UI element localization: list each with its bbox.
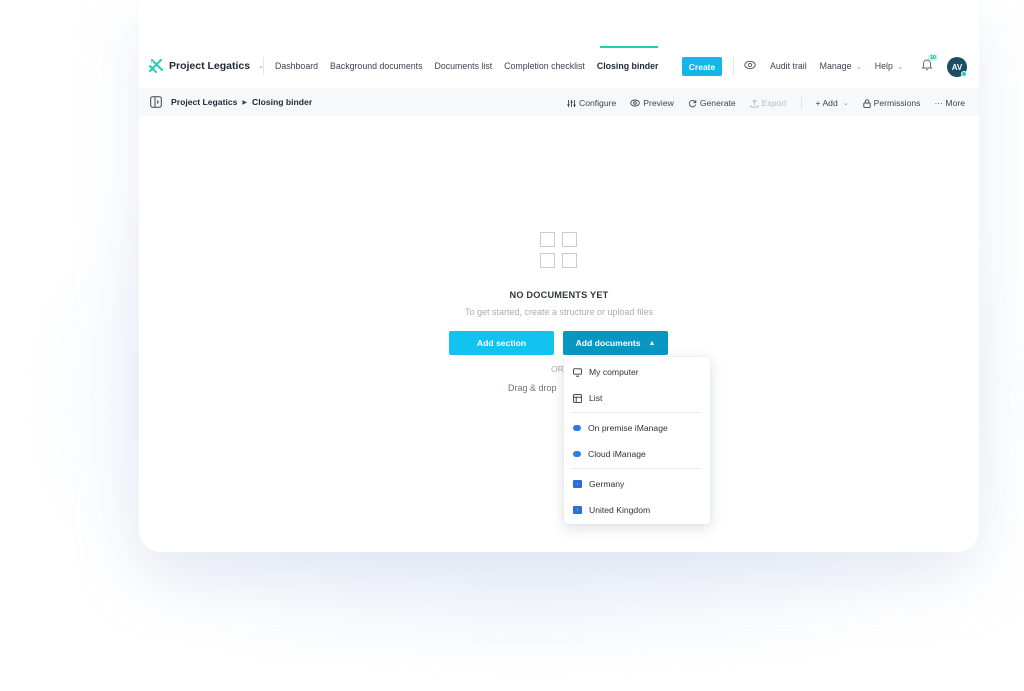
legatics-logo-icon (149, 59, 163, 73)
add-documents-label: Add documents (575, 338, 641, 348)
flag-icon: ▪ (573, 480, 582, 488)
drag-drop-hint: Drag & drop (508, 383, 557, 393)
generate-button[interactable]: Generate (688, 98, 736, 108)
notification-badge: 10 (928, 54, 938, 61)
empty-state-title: NO DOCUMENTS YET (509, 290, 609, 300)
dropdown-item-label: Cloud iManage (588, 449, 646, 459)
project-name: Project Legatics (169, 60, 251, 72)
help-label: Help (874, 61, 893, 71)
monitor-icon (573, 367, 582, 377)
sidebar-toggle-icon[interactable] (150, 96, 162, 108)
chevron-down-icon: ⌄ (897, 64, 904, 71)
chevron-right-icon: ▶ (242, 99, 248, 106)
lock-icon (862, 98, 871, 108)
sliders-icon (567, 99, 576, 107)
app-window: Project Legatics ⌄ Dashboard Background … (139, 0, 979, 552)
action-toolbar: Configure Preview Generate Export + Add … (567, 97, 965, 109)
add-menu[interactable]: + Add ⌄ (816, 98, 849, 108)
help-menu[interactable]: Help ⌄ (875, 61, 903, 71)
active-tab-indicator (600, 46, 658, 48)
top-navigation: Project Legatics ⌄ Dashboard Background … (139, 44, 979, 88)
manage-label: Manage (819, 61, 852, 71)
empty-state-subtitle: To get started, create a structure or up… (464, 307, 654, 317)
permissions-button[interactable]: Permissions (862, 98, 921, 108)
caret-up-icon: ▲ (648, 339, 656, 347)
export-label: Export (761, 98, 787, 108)
nav-closing-binder[interactable]: Closing binder (597, 61, 659, 71)
add-documents-button[interactable]: Add documents ▲ (563, 331, 668, 355)
breadcrumb-page: Closing binder (252, 97, 313, 107)
configure-button[interactable]: Configure (567, 98, 616, 108)
dropdown-item-label: On premise iManage (588, 423, 668, 433)
dropdown-item-my-computer[interactable]: My computer (573, 365, 639, 379)
divider (800, 97, 802, 109)
cloud-icon (573, 425, 581, 431)
grid-placeholder-icon (540, 232, 577, 268)
cloud-icon (573, 451, 581, 457)
page-toolbar: Project Legatics ▶ Closing binder Config… (139, 88, 979, 116)
dropdown-item-germany[interactable]: ▪ Germany (573, 477, 624, 491)
nav-background-documents[interactable]: Background documents (330, 61, 422, 71)
table-icon (573, 393, 582, 403)
dropdown-item-list[interactable]: List (573, 391, 602, 405)
online-status-dot (961, 71, 967, 77)
generate-label: Generate (699, 98, 736, 108)
nav-completion-checklist[interactable]: Completion checklist (504, 61, 585, 71)
configure-label: Configure (578, 98, 617, 108)
dropdown-item-label: My computer (589, 367, 639, 377)
main-nav: Dashboard Background documents Documents… (275, 61, 658, 71)
refresh-icon (688, 99, 697, 107)
create-button[interactable]: Create (682, 57, 722, 76)
more-menu[interactable]: ··· More (934, 98, 965, 108)
add-documents-dropdown: My computer List On premise iManage Clou… (564, 357, 710, 524)
upload-icon (750, 98, 759, 107)
or-separator: OR (551, 364, 564, 374)
audit-trail-link[interactable]: Audit trail (770, 61, 807, 71)
divider (572, 468, 702, 469)
breadcrumb: Project Legatics ▶ Closing binder (171, 97, 312, 107)
nav-dashboard[interactable]: Dashboard (275, 61, 318, 71)
breadcrumb-project[interactable]: Project Legatics (171, 97, 237, 107)
divider (572, 412, 702, 413)
dropdown-item-cloud-imanage[interactable]: Cloud iManage (573, 447, 646, 461)
chevron-down-icon: ⌄ (855, 64, 862, 71)
chevron-down-icon: ⌄ (842, 100, 849, 107)
manage-menu[interactable]: Manage ⌄ (820, 61, 862, 71)
flag-icon: ▪ (573, 506, 582, 514)
dropdown-item-united-kingdom[interactable]: ▪ United Kingdom (573, 503, 650, 517)
dropdown-item-label: Germany (589, 479, 625, 489)
add-label: + Add (815, 98, 838, 108)
dropdown-item-on-premise-imanage[interactable]: On premise iManage (573, 421, 668, 435)
preview-label: Preview (643, 98, 674, 108)
nav-documents-list[interactable]: Documents list (434, 61, 492, 71)
dropdown-item-label: United Kingdom (589, 505, 651, 515)
right-nav: Audit trail Manage ⌄ Help ⌄ (770, 61, 903, 71)
divider (263, 57, 264, 75)
export-button[interactable]: Export (750, 98, 787, 108)
project-switcher[interactable]: Project Legatics ⌄ (149, 59, 264, 73)
permissions-label: Permissions (873, 98, 921, 108)
eye-icon (630, 99, 641, 107)
add-section-button[interactable]: Add section (449, 331, 554, 355)
dropdown-item-label: List (589, 393, 603, 403)
more-label: ··· More (934, 98, 965, 108)
preview-button[interactable]: Preview (630, 98, 674, 108)
divider (733, 57, 734, 75)
eye-icon[interactable] (744, 60, 756, 70)
